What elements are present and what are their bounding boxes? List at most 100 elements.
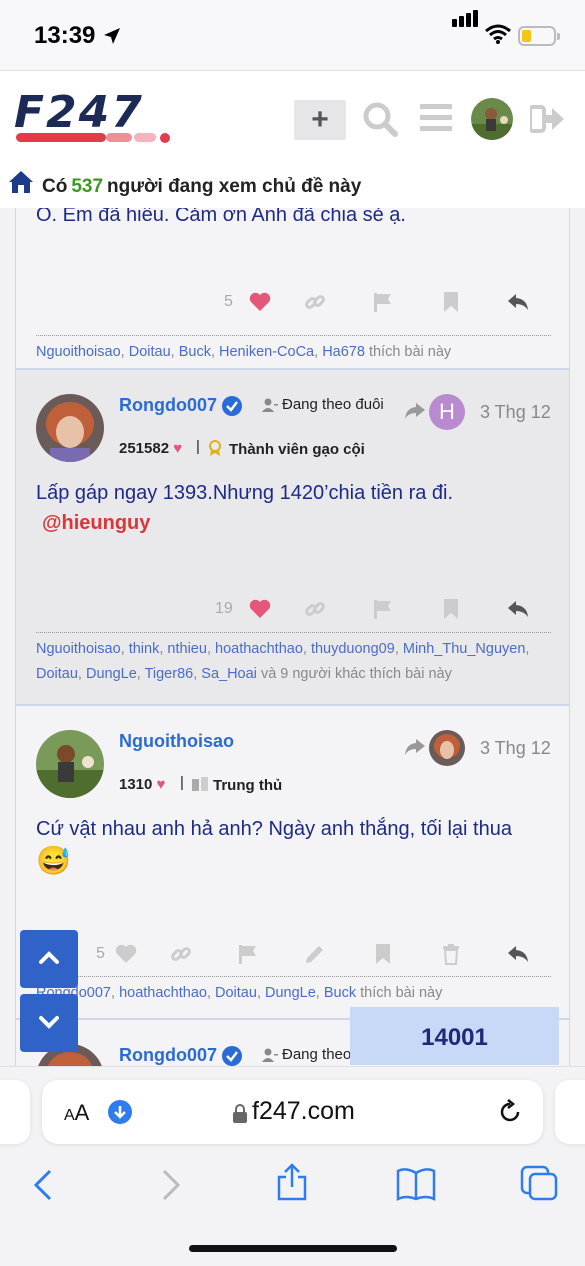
tabs-icon[interactable] (520, 1165, 558, 1201)
liker-link[interactable]: Minh_Thu_Nguyen (403, 641, 526, 657)
bookmark-icon[interactable] (371, 942, 395, 966)
post-actions: 19 (16, 597, 569, 627)
post: Nguoithoisao 3 Thg 12 1310 ♥ | Trung thủ… (16, 706, 569, 1020)
liker-link[interactable]: DungLe (86, 666, 137, 682)
liker-link[interactable]: nthieu (167, 641, 207, 657)
reply-to-avatar[interactable]: H (429, 394, 465, 430)
heart-icon[interactable] (114, 942, 138, 966)
reader-options-button[interactable]: AA (64, 1100, 89, 1126)
reply-to-avatar[interactable] (429, 730, 465, 766)
username[interactable]: Rongdo007 (119, 395, 217, 416)
scroll-up-button[interactable] (20, 930, 78, 988)
bookmarks-icon[interactable] (396, 1167, 436, 1201)
mention[interactable]: @hieunguy (42, 508, 150, 538)
liker-link[interactable]: Doitau (36, 666, 78, 682)
liker-link[interactable]: Tiger86 (145, 666, 194, 682)
reload-icon[interactable] (497, 1099, 523, 1125)
link-icon[interactable] (169, 942, 193, 966)
lock-icon (233, 1104, 247, 1123)
post-text: Ồ. Em đã hiểu. Cảm ơn Anh đã chia sẻ ạ. (36, 208, 406, 226)
user-points: 1310 ♥ (119, 776, 166, 793)
user-avatar[interactable] (471, 98, 513, 140)
liker-link[interactable]: Doitau (129, 344, 171, 360)
home-indicator (189, 1245, 397, 1252)
liker-link[interactable]: hoathachthao (119, 985, 207, 1001)
reply-to-icon (405, 403, 425, 419)
trash-icon[interactable] (439, 942, 463, 966)
post-date[interactable]: 3 Thg 12 (480, 402, 551, 423)
forward-icon[interactable] (158, 1169, 182, 1201)
liker-link[interactable]: Doitau (215, 985, 257, 1001)
battery-icon (518, 26, 560, 46)
previous-tab-preview[interactable] (0, 1080, 30, 1144)
back-icon[interactable] (32, 1169, 56, 1201)
share-icon[interactable] (276, 1163, 308, 1201)
menu-icon[interactable] (420, 101, 452, 135)
post-progress-counter[interactable]: 14001 (350, 1007, 559, 1065)
likes-list: Rongdo007, hoathachthao, Doitau, DungLe,… (36, 976, 551, 1006)
post-actions: 5 (16, 942, 569, 972)
liker-link[interactable]: DungLe (265, 985, 316, 1001)
liker-link[interactable]: think (129, 641, 160, 657)
username[interactable]: Nguoithoisao (119, 731, 234, 752)
viewers-bar: Có 537 người đang xem chủ đề này (0, 162, 585, 208)
download-icon[interactable] (108, 1100, 132, 1124)
bookmark-icon[interactable] (439, 290, 463, 314)
post-text: Cứ vật nhau anh hả anh? Ngày anh thắng, … (36, 818, 512, 840)
url-text[interactable]: f247.com (252, 1097, 355, 1126)
follow-icon (262, 398, 278, 412)
browser-toolbar: AA f247.com (0, 1066, 585, 1266)
home-icon[interactable] (8, 170, 34, 194)
liker-link[interactable]: thuyduong09 (311, 641, 395, 657)
post: Rongdo007 Đang theo đuôi H 3 Thg 12 2515… (16, 370, 569, 706)
liker-link[interactable]: Buck (179, 344, 211, 360)
link-icon[interactable] (303, 290, 327, 314)
liker-link[interactable]: Heniken-CoCa (219, 344, 314, 360)
like-count: 19 (215, 600, 233, 617)
post-date[interactable]: 3 Thg 12 (480, 738, 551, 759)
reply-icon[interactable] (506, 597, 530, 621)
logo-text: F247 (14, 87, 144, 138)
viewers-text: Có 537 người đang xem chủ đề này (42, 176, 362, 197)
scroll-down-button[interactable] (20, 994, 78, 1052)
liker-link[interactable]: Nguoithoisao (36, 641, 121, 657)
liker-link[interactable]: Buck (324, 985, 356, 1001)
status-bar: 13:39 (0, 0, 585, 70)
edit-icon[interactable] (303, 942, 327, 966)
user-rank: Trung thủ (213, 777, 283, 794)
liker-link[interactable]: Sa_Hoai (201, 666, 257, 682)
reply-icon[interactable] (506, 290, 530, 314)
follow-status[interactable]: Đang theo (282, 1046, 351, 1063)
reply-icon[interactable] (506, 942, 530, 966)
address-bar[interactable]: AA f247.com (42, 1080, 543, 1144)
chevron-down-icon (39, 1016, 59, 1029)
flag-icon[interactable] (371, 597, 395, 621)
emoji: 😅 (36, 845, 71, 876)
clock: 13:39 (34, 22, 96, 49)
bookmark-icon[interactable] (439, 597, 463, 621)
liker-link[interactable]: hoathachthao (215, 641, 303, 657)
flag-icon[interactable] (236, 942, 260, 966)
follow-status[interactable]: Đang theo đuôi (282, 396, 384, 413)
heart-icon[interactable] (248, 597, 272, 621)
link-icon[interactable] (303, 597, 327, 621)
location-arrow-icon (104, 28, 120, 44)
logout-icon[interactable] (530, 103, 566, 135)
next-tab-preview[interactable] (555, 1080, 585, 1144)
avatar[interactable] (36, 394, 104, 462)
chevron-up-icon (39, 951, 59, 964)
user-rank: Thành viên gạo cội (229, 441, 365, 458)
search-icon[interactable] (362, 101, 398, 137)
avatar[interactable] (36, 730, 104, 798)
post: Ồ. Em đã hiểu. Cảm ơn Anh đã chia sẻ ạ. … (16, 208, 569, 370)
liker-link[interactable]: Nguoithoisao (36, 344, 121, 360)
site-header: F247 + (0, 70, 585, 162)
new-topic-button[interactable]: + (294, 100, 346, 140)
site-logo[interactable]: F247 (14, 87, 194, 143)
liker-link[interactable]: Ha678 (322, 344, 365, 360)
verified-icon (222, 396, 242, 416)
username[interactable]: Rongdo007 (119, 1045, 217, 1066)
heart-icon[interactable] (248, 290, 272, 314)
flag-icon[interactable] (371, 290, 395, 314)
like-count: 5 (224, 293, 233, 310)
